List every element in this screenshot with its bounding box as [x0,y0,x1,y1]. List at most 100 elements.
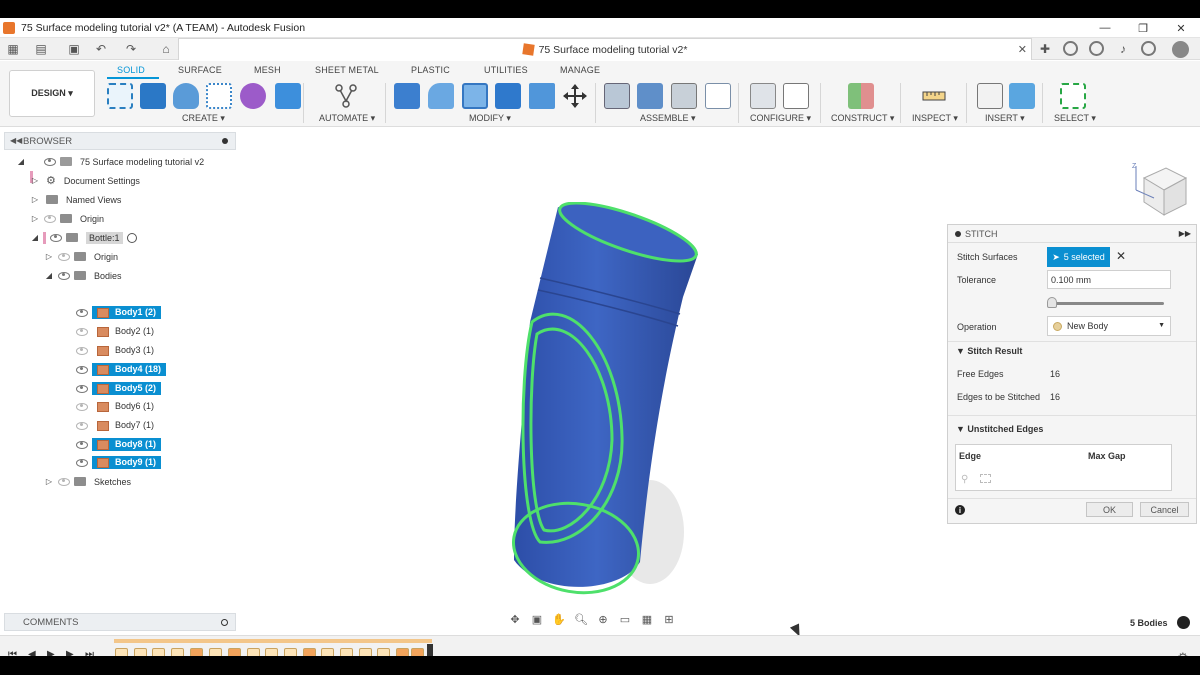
home-icon[interactable]: ⌂ [158,41,174,57]
fillet-icon[interactable] [428,83,454,109]
data-panel-grid-icon[interactable]: ▦ [5,41,21,57]
go-to-end-icon[interactable]: ⏭ [85,649,94,656]
hidden-eye-icon[interactable] [44,214,56,223]
collapse-arrow-icon[interactable]: ◢ [16,157,26,166]
visibility-eye-icon[interactable] [76,365,88,374]
timeline-feature[interactable] [190,648,203,656]
shell-icon[interactable] [462,83,488,109]
offset-plane-icon[interactable] [848,83,874,109]
tolerance-input[interactable]: 0.100 mm [1047,270,1171,289]
tree-item-body4[interactable]: Body4 (18) [72,361,167,378]
timeline-feature[interactable] [396,648,409,656]
tree-item-origin[interactable]: ▷ Origin [30,210,104,227]
user-avatar[interactable] [1172,41,1189,58]
look-at-icon[interactable]: ▣ [529,612,545,626]
comments-panel-header[interactable]: COMMENTS [4,613,236,631]
tree-item-body5[interactable]: Body5 (2) [72,380,162,397]
timeline-feature[interactable] [134,648,147,656]
create-group-label[interactable]: CREATE ▾ [182,113,225,124]
timeline-feature[interactable] [247,648,260,656]
new-tab-plus-icon[interactable]: ✚ [1037,41,1053,57]
document-tab[interactable]: 75 Surface modeling tutorial v2* ✕ [178,38,1032,60]
tree-item-bottle-component[interactable]: ◢ Bottle:1 [30,229,137,246]
insert-group-label[interactable]: INSERT ▾ [985,113,1025,124]
visibility-eye-icon[interactable] [44,157,56,166]
as-built-joint-icon[interactable] [671,83,697,109]
display-settings-icon[interactable]: ▭ [617,612,633,626]
expand-arrow-icon[interactable]: ▷ [44,252,54,261]
timeline-feature[interactable] [359,648,372,656]
assemble-group-label[interactable]: ASSEMBLE ▾ [640,113,696,124]
cancel-button[interactable]: Cancel [1140,502,1189,517]
hidden-eye-icon[interactable] [58,252,70,261]
hidden-eye-icon[interactable] [76,402,88,411]
zoom-icon[interactable]: 🔍︎ [573,612,589,626]
expand-dialog-icon[interactable]: ▶▶ [1179,229,1191,238]
tree-item-body3[interactable]: Body3 (1) [72,342,159,359]
tree-item-body7[interactable]: Body7 (1) [72,417,159,434]
step-forward-icon[interactable]: ▶ [66,649,74,656]
tab-sheet-metal[interactable]: SHEET METAL [315,65,379,75]
tree-item-bodies[interactable]: ◢ Bodies [44,267,122,284]
joint-origin-icon[interactable] [705,83,731,109]
go-to-start-icon[interactable]: ⏮ [8,649,17,656]
select-group-label[interactable]: SELECT ▾ [1054,113,1096,124]
form-icon[interactable] [240,83,266,109]
timeline-feature[interactable] [115,648,128,656]
visibility-eye-icon[interactable] [76,440,88,449]
timeline-feature[interactable] [321,648,334,656]
tab-surface[interactable]: SURFACE [178,65,222,75]
collapse-browser-icon[interactable]: ◀◀ [10,136,22,145]
expand-arrow-icon[interactable]: ▷ [30,214,40,223]
tab-plastic[interactable]: PLASTIC [411,65,450,75]
zoom-to-edge-icon[interactable]: ⚲ [961,474,968,485]
visibility-eye-icon[interactable] [76,384,88,393]
split-body-icon[interactable] [529,83,555,109]
tab-mesh[interactable]: MESH [254,65,281,75]
timeline-feature[interactable] [228,648,241,656]
timeline-feature[interactable] [171,648,184,656]
timeline-feature[interactable] [284,648,297,656]
tree-item-body8[interactable]: Body8 (1) [72,436,162,453]
move-copy-icon[interactable] [562,83,588,109]
undo-icon[interactable]: ↶ [93,41,109,57]
joint-icon[interactable] [637,83,663,109]
expand-arrow-icon[interactable]: ▷ [44,477,54,486]
info-icon[interactable]: i [955,505,965,515]
visibility-eye-icon[interactable] [76,458,88,467]
timeline-feature[interactable] [265,648,278,656]
configure-icon[interactable] [750,83,776,109]
save-icon[interactable]: ▣ [66,41,82,57]
revolve-icon[interactable] [173,83,199,109]
stitch-surfaces-selection-button[interactable]: ➤ 5 selected [1047,247,1110,267]
tree-item-sketches[interactable]: ▷ Sketches [44,473,131,490]
sweep-icon[interactable] [206,83,232,109]
orbit-icon[interactable]: ✥ [507,612,523,626]
redo-icon[interactable]: ↷ [123,41,139,57]
configure-group-label[interactable]: CONFIGURE ▾ [750,113,811,124]
add-comment-icon[interactable] [221,619,228,626]
file-menu-icon[interactable]: ▤ [33,41,49,57]
operation-dropdown[interactable]: New Body ▼ [1047,316,1171,336]
unstitched-edges-section[interactable]: ▼ Unstitched Edges [956,424,1043,434]
automate-icon[interactable] [333,83,359,109]
viewports-icon[interactable]: ⊞ [661,612,677,626]
selection-filter-icon[interactable] [1177,616,1190,629]
create-sketch-icon[interactable] [107,83,133,109]
configuration-table-icon[interactable] [783,83,809,109]
extrude-icon[interactable] [140,83,166,109]
combine-icon[interactable] [495,83,521,109]
expand-arrow-icon[interactable]: ▷ [30,176,40,185]
canvas-image-icon[interactable] [1009,83,1035,109]
tree-item-body1[interactable]: Body1 (2) [72,304,162,321]
ok-button[interactable]: OK [1086,502,1133,517]
timeline-marker[interactable] [427,644,433,656]
measure-icon[interactable] [921,83,947,109]
hidden-eye-icon[interactable] [76,327,88,336]
tab-solid[interactable]: SOLID [117,65,145,75]
new-component-icon[interactable] [604,83,630,109]
visibility-eye-icon[interactable] [58,271,70,280]
tree-item-document-settings[interactable]: ▷ ⚙ Document Settings [30,172,140,189]
timeline-feature[interactable] [303,648,316,656]
minimize-button[interactable]: — [1086,18,1124,38]
